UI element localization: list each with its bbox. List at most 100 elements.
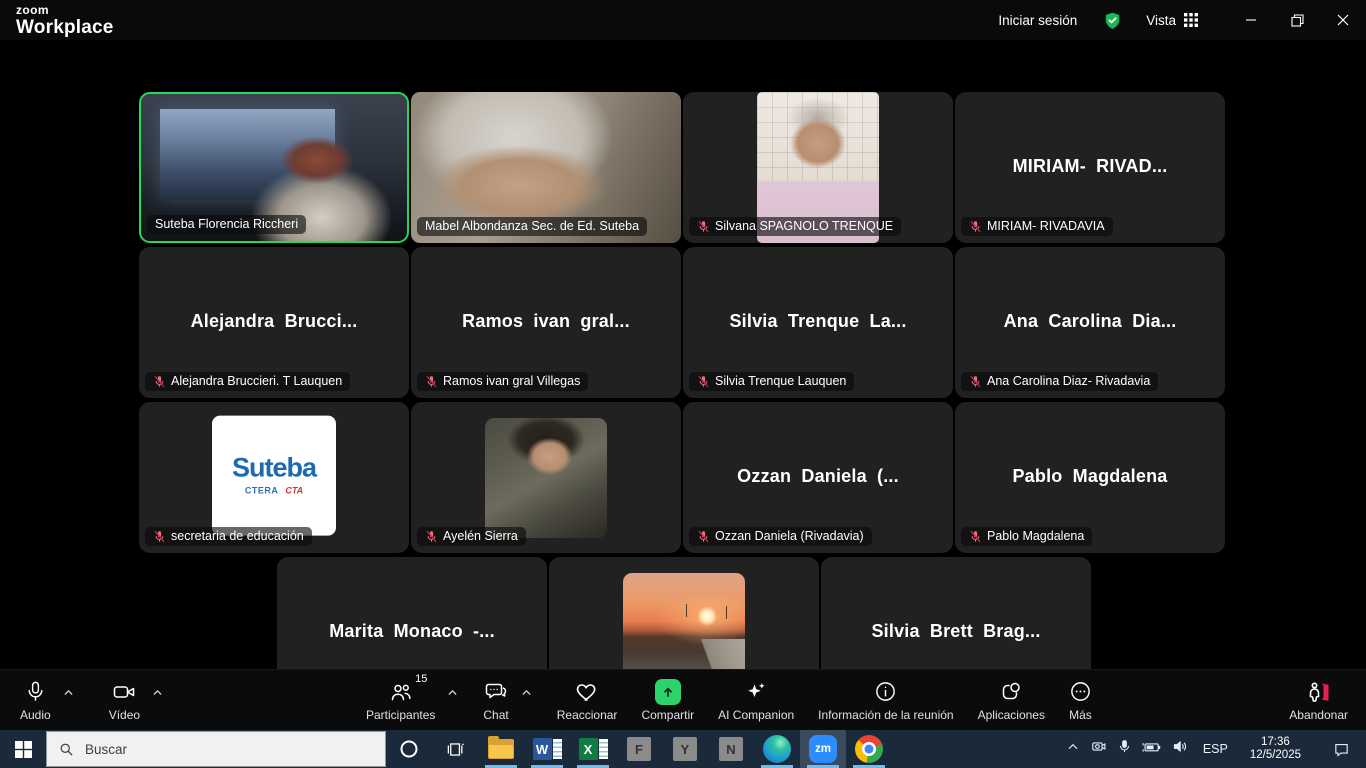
toolbar-button-share[interactable]: Compartir xyxy=(641,670,694,722)
start-button[interactable] xyxy=(0,730,46,768)
camera-in-use-icon[interactable] xyxy=(1090,738,1107,760)
toolbar-button-video[interactable]: Vídeo xyxy=(109,670,164,722)
participant-name-label: Ayelén Sierra xyxy=(417,527,526,546)
participant-name-text: Ana Carolina Diaz- Rivadavia xyxy=(987,374,1150,388)
participant-name-label: Silvana SPAGNOLO TRENQUE xyxy=(689,217,901,236)
security-shield-icon[interactable] xyxy=(1103,11,1122,30)
participant-display-name: MIRIAM- RIVAD... xyxy=(955,155,1225,176)
toolbar-button-label: Información de la reunión xyxy=(818,708,953,722)
tray-expand-chevron-icon[interactable] xyxy=(1066,740,1080,759)
suteba-logo-ctera: CTERA xyxy=(245,486,279,496)
minimize-button[interactable] xyxy=(1228,0,1274,40)
participant-name-text: Pablo Magdalena xyxy=(987,529,1084,543)
participant-tile[interactable]: Suteba Florencia Riccheri xyxy=(139,92,409,243)
taskbar-app-excel[interactable]: X xyxy=(570,730,616,768)
muted-mic-icon xyxy=(969,220,982,233)
system-tray: ESP 17:36 12/5/2025 xyxy=(1066,736,1366,762)
toolbar-button-ai-companion[interactable]: AI Companion xyxy=(718,670,794,722)
meeting-toolbar: Audio Vídeo 15 Participantes Chat Reaccionar… xyxy=(0,669,1366,730)
toolbar-button-audio[interactable]: Audio xyxy=(20,670,75,722)
windows-taskbar: Buscar WXFYNzm ESP xyxy=(0,730,1366,768)
chevron-up-icon[interactable] xyxy=(62,686,75,704)
edge-icon xyxy=(763,735,791,763)
brand-top: zoom xyxy=(16,4,114,16)
taskbar-app-word[interactable]: W xyxy=(524,730,570,768)
participant-name-label: Ozzan Daniela (Rivadavia) xyxy=(689,527,872,546)
participant-tile[interactable]: Ana Carolina Dia...Ana Carolina Diaz- Ri… xyxy=(955,247,1225,398)
toolbar-button-label: Más xyxy=(1069,708,1092,722)
taskbar-search-input[interactable]: Buscar xyxy=(46,731,386,767)
microphone-tray-icon[interactable] xyxy=(1117,739,1132,759)
toolbar-button-leave[interactable]: Abandonar xyxy=(1289,670,1348,722)
muted-mic-icon xyxy=(697,375,710,388)
toolbar-button-react[interactable]: Reaccionar xyxy=(557,670,618,722)
tray-date: 12/5/2025 xyxy=(1250,749,1301,762)
cortana-icon xyxy=(399,739,419,759)
taskbar-app-zoom[interactable]: zm xyxy=(800,730,846,768)
participant-tile[interactable]: MIRIAM- RIVAD... MIRIAM- RIVADAVIA xyxy=(955,92,1225,243)
excel-icon: X xyxy=(579,738,608,760)
participant-tile[interactable]: SutebaCTERACTAsecretaria de educación xyxy=(139,402,409,553)
participant-display-name: Alejandra Brucci... xyxy=(139,310,409,331)
view-button[interactable]: Vista xyxy=(1146,13,1198,28)
pinned-app-icon: Y xyxy=(673,737,697,761)
taskbar-app-edge[interactable] xyxy=(754,730,800,768)
toolbar-button-label: Compartir xyxy=(641,708,694,722)
pinned-app-icon: F xyxy=(627,737,651,761)
taskbar-app-chrome[interactable] xyxy=(846,730,892,768)
taskbar-app-file-explorer[interactable] xyxy=(478,730,524,768)
toolbar-button-label: AI Companion xyxy=(718,708,794,722)
participant-name-label: Pablo Magdalena xyxy=(961,527,1092,546)
taskbar-app-pinned-y[interactable]: Y xyxy=(662,730,708,768)
participant-tile[interactable]: Ozzan Daniela (...Ozzan Daniela (Rivadav… xyxy=(683,402,953,553)
participant-tile[interactable]: Pablo Magdalena Pablo Magdalena xyxy=(955,402,1225,553)
participant-tile[interactable]: Silvana SPAGNOLO TRENQUE xyxy=(683,92,953,243)
taskbar-app-pinned-n[interactable]: N xyxy=(708,730,754,768)
participant-tile[interactable]: Silvia Trenque La...Silvia Trenque Lauqu… xyxy=(683,247,953,398)
pinned-app-icon: N xyxy=(719,737,743,761)
chevron-up-icon[interactable] xyxy=(520,686,533,704)
windows-logo-icon xyxy=(15,741,32,758)
file-explorer-icon xyxy=(488,739,514,759)
chevron-up-icon[interactable] xyxy=(446,686,459,704)
participant-name-label: MIRIAM- RIVADAVIA xyxy=(961,217,1113,236)
volume-icon[interactable] xyxy=(1172,738,1189,760)
toolbar-button-meeting-info[interactable]: Información de la reunión xyxy=(818,670,953,722)
participant-tile[interactable]: Ramos ivan gral...Ramos ivan gral Villeg… xyxy=(411,247,681,398)
restore-button[interactable] xyxy=(1274,0,1320,40)
battery-charging-icon[interactable] xyxy=(1142,739,1162,760)
participant-name-text: secretaria de educación xyxy=(171,529,304,543)
participant-name-label: Suteba Florencia Riccheri xyxy=(147,215,306,234)
taskbar-app-pinned-f[interactable]: F xyxy=(616,730,662,768)
participant-name-label: Silvia Trenque Lauquen xyxy=(689,372,854,391)
participant-display-name: Pablo Magdalena xyxy=(955,465,1225,486)
participant-tile[interactable]: Alejandra Brucci...Alejandra Bruccieri. … xyxy=(139,247,409,398)
participant-name-label: Ana Carolina Diaz- Rivadavia xyxy=(961,372,1158,391)
action-center-icon[interactable] xyxy=(1333,741,1350,758)
muted-mic-icon xyxy=(969,375,982,388)
participant-tile[interactable]: Ayelén Sierra xyxy=(411,402,681,553)
participant-name-text: Ozzan Daniela (Rivadavia) xyxy=(715,529,864,543)
toolbar-button-participants[interactable]: 15 Participantes xyxy=(366,670,459,722)
taskbar-clock[interactable]: 17:36 12/5/2025 xyxy=(1250,736,1301,762)
muted-mic-icon xyxy=(697,220,710,233)
muted-mic-icon xyxy=(425,375,438,388)
close-button[interactable] xyxy=(1320,0,1366,40)
toolbar-button-chat[interactable]: Chat xyxy=(483,670,532,722)
participant-tile[interactable]: Mabel Albondanza Sec. de Ed. Suteba xyxy=(411,92,681,243)
language-indicator[interactable]: ESP xyxy=(1203,742,1228,756)
chevron-up-icon[interactable] xyxy=(151,686,164,704)
toolbar-button-more[interactable]: Más xyxy=(1069,670,1092,722)
search-placeholder: Buscar xyxy=(85,742,127,757)
suteba-logo-cta: CTA xyxy=(285,486,303,496)
toolbar-button-label: Participantes xyxy=(366,708,435,722)
participants-count-badge: 15 xyxy=(415,673,427,685)
titlebar: zoom Workplace Iniciar sesión Vista xyxy=(0,0,1366,40)
toolbar-button-apps[interactable]: Aplicaciones xyxy=(978,670,1045,722)
cortana-button[interactable] xyxy=(386,730,432,768)
suteba-logo: SutebaCTERACTA xyxy=(212,415,336,535)
sign-in-button[interactable]: Iniciar sesión xyxy=(998,13,1077,28)
muted-mic-icon xyxy=(697,530,710,543)
task-view-button[interactable] xyxy=(432,730,478,768)
muted-mic-icon xyxy=(425,530,438,543)
